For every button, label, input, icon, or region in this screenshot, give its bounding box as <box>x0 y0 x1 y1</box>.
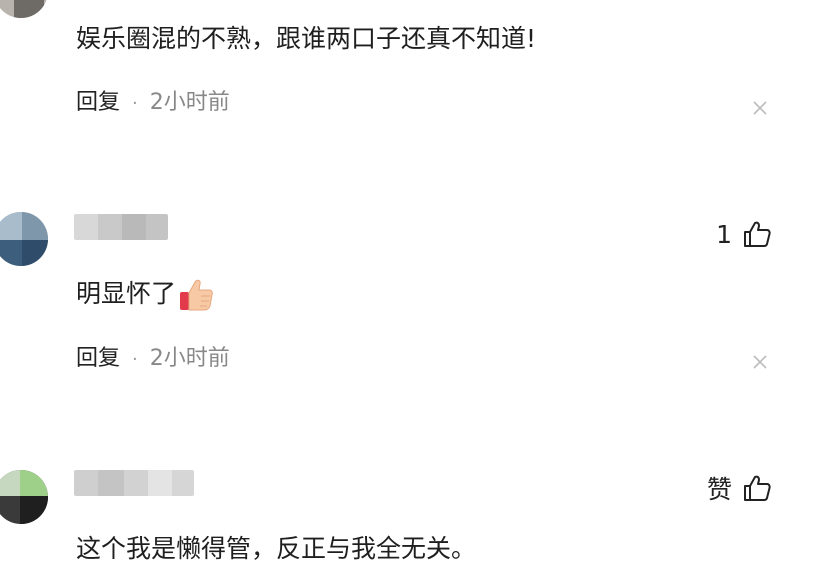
avatar[interactable] <box>0 212 48 266</box>
close-icon[interactable] <box>752 100 768 116</box>
separator-dot: · <box>132 93 138 114</box>
thumbs-up-emoji-icon <box>180 279 213 311</box>
timestamp: 2小时前 <box>149 90 230 115</box>
reply-button[interactable]: 回复 <box>76 346 120 371</box>
like-button[interactable]: 1 <box>716 218 772 250</box>
avatar[interactable] <box>0 470 48 524</box>
like-count: 1 <box>716 219 732 249</box>
thumbs-up-icon <box>744 221 771 247</box>
thumbs-up-icon <box>744 475 771 501</box>
username-blurred <box>74 214 168 240</box>
comment-text-content: 明显怀了 <box>76 279 177 308</box>
comment-meta: 回复 · 2小时前 <box>76 344 230 375</box>
like-label: 赞 <box>706 475 732 504</box>
comment-text: 明显怀了 <box>76 276 216 314</box>
reply-button[interactable]: 回复 <box>76 90 120 115</box>
avatar[interactable] <box>0 0 48 18</box>
timestamp: 2小时前 <box>149 346 230 371</box>
comment-text: 这个我是懒得管，反正与我全无关。 <box>76 534 477 563</box>
comment-meta: 回复 · 2小时前 <box>76 88 230 119</box>
like-button[interactable]: 赞 <box>707 472 772 504</box>
separator-dot: · <box>132 349 138 370</box>
username-blurred <box>74 470 194 496</box>
close-icon[interactable] <box>752 354 768 370</box>
comment-text: 娱乐圈混的不熟，跟谁两口子还真不知道! <box>76 24 537 53</box>
